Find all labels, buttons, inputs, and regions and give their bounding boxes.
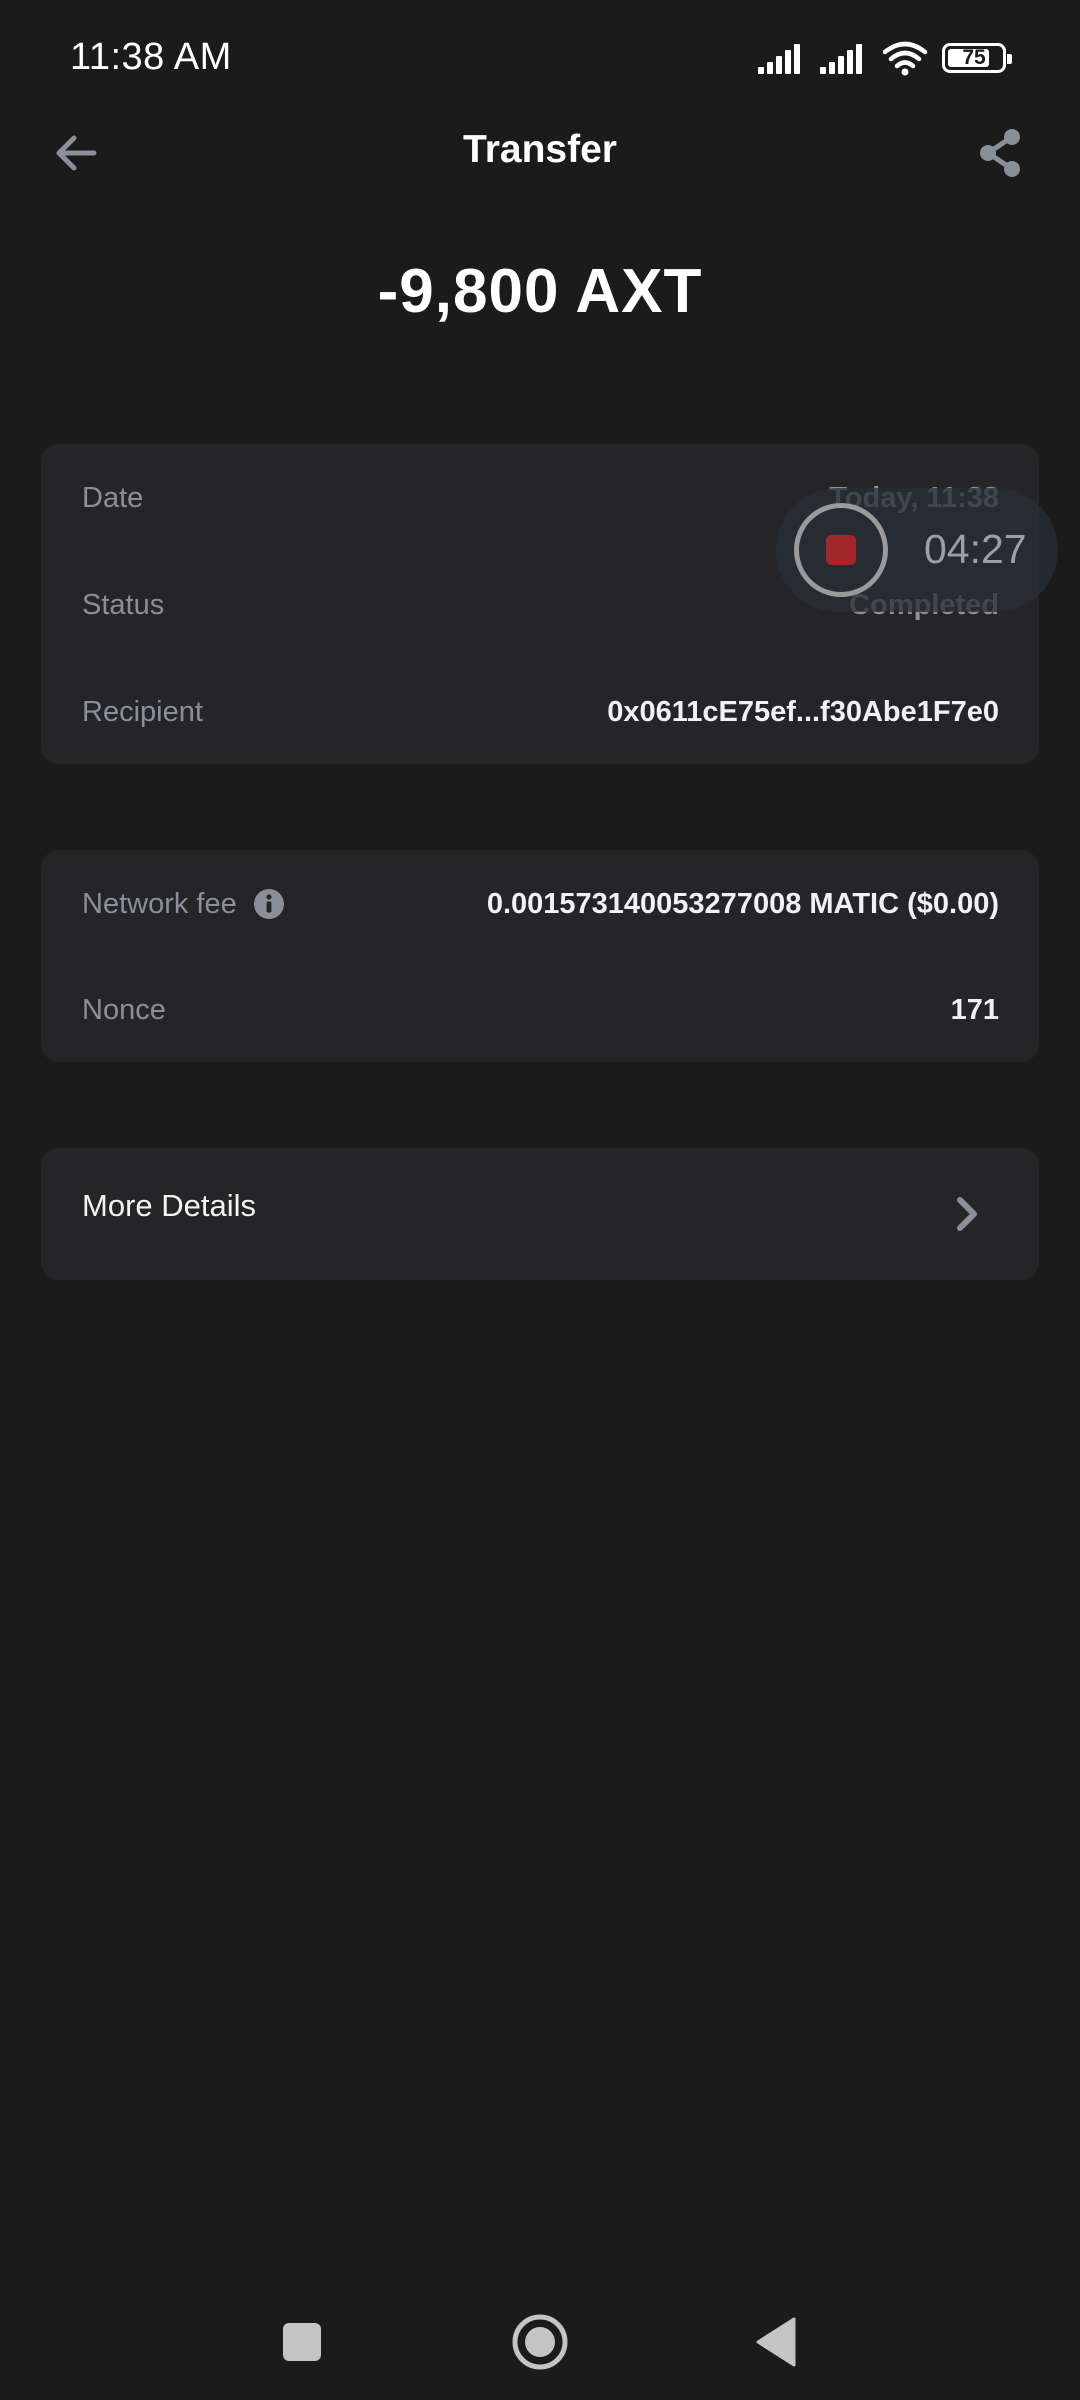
stop-record-button[interactable] (794, 503, 888, 597)
share-icon[interactable] (972, 125, 1028, 181)
recents-icon[interactable] (270, 2310, 334, 2374)
nonce-label: Nonce (82, 993, 166, 1026)
more-details-button[interactable]: More Details (41, 1148, 1039, 1280)
system-nav-bar (0, 2270, 1080, 2400)
nonce-value: 171 (950, 993, 999, 1026)
wifi-icon (882, 41, 928, 76)
recipient-row[interactable]: Recipient 0x0611cE75ef...f30Abe1F7e0 (82, 686, 999, 738)
fee-card: Network fee 0.001573140053277008 MATIC (… (41, 850, 1039, 1062)
home-icon[interactable] (508, 2310, 572, 2374)
battery-level: 75 (962, 46, 986, 69)
recording-timer: 04:27 (924, 526, 1027, 572)
network-fee-row: Network fee 0.001573140053277008 MATIC (… (82, 878, 999, 930)
transfer-amount: -9,800 AXT (377, 257, 703, 326)
recipient-address[interactable]: 0x0611cE75ef...f30Abe1F7e0 (607, 696, 999, 729)
status-time: 11:38 AM (70, 36, 232, 78)
network-fee-label: Network fee (82, 887, 237, 920)
screen-recorder-widget[interactable]: 04:27 (776, 488, 1058, 612)
more-details-label: More Details (82, 1188, 256, 1223)
stop-record-icon (826, 535, 856, 565)
battery-cap (1007, 54, 1012, 64)
recipient-label: Recipient (82, 695, 203, 728)
info-icon[interactable] (253, 888, 285, 920)
signal-icon (758, 44, 800, 74)
signal-icon (820, 44, 862, 74)
date-label: Date (82, 481, 144, 514)
header: Transfer (0, 120, 1080, 184)
chevron-right-icon (957, 1197, 977, 1231)
battery-icon: 75 (942, 43, 1012, 73)
status-label: Status (82, 588, 165, 621)
status-bar: 11:38 AM 75 (0, 0, 1080, 120)
status-icons: 75 (758, 40, 1012, 76)
back-icon[interactable] (746, 2310, 810, 2374)
network-fee-value: 0.001573140053277008 MATIC ($0.00) (486, 887, 999, 920)
page-title: Transfer (463, 128, 617, 171)
network-fee-label-group: Network fee (82, 888, 285, 921)
nonce-row: Nonce 171 (82, 984, 999, 1036)
